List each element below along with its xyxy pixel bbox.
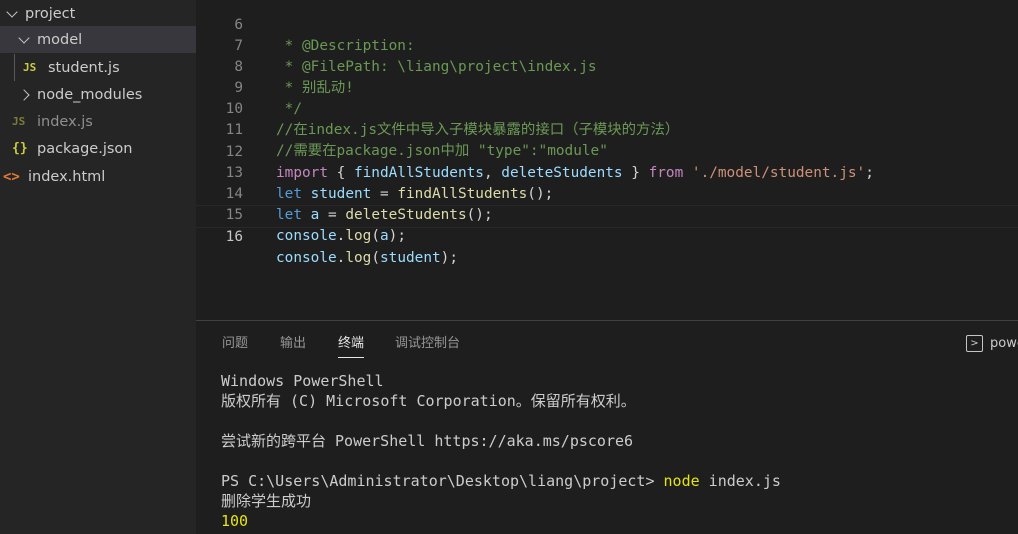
chevron-down-icon: [18, 31, 30, 44]
code-line: 6 * @Description:: [196, 0, 1018, 54]
terminal-output[interactable]: Windows PowerShell 版权所有 (C) Microsoft Co…: [221, 371, 781, 534]
code-line: 15 console.log(a);: [196, 184, 1018, 244]
tree-item-label: index.js: [37, 113, 93, 130]
tree-item-label: student.js: [48, 59, 120, 76]
tab-terminal[interactable]: 终端: [338, 336, 365, 358]
tree-item-index-html[interactable]: <> index.html: [0, 163, 196, 190]
tree-item-package-json[interactable]: {} package.json: [0, 135, 196, 162]
json-file-icon: {}: [12, 141, 28, 156]
tree-item-model[interactable]: model: [0, 26, 196, 53]
terminal-line: 尝试新的跨平台 PowerShell https://aka.ms/pscore…: [221, 432, 634, 450]
code-line-current: 16 console.log(student);: [196, 205, 1018, 266]
code-line: 13 let student = findAllStudents();: [196, 142, 1018, 202]
code-line: 8 * 别乱动!: [196, 36, 1018, 96]
tree-item-student-js[interactable]: JS student.js: [0, 54, 196, 81]
chevron-down-icon: [6, 5, 18, 18]
tab-problems[interactable]: 问题: [222, 336, 248, 358]
tree-item-node-modules[interactable]: node_modules: [0, 81, 196, 108]
terminal-command: node: [663, 472, 700, 490]
code-text: console.log(a);: [276, 228, 406, 244]
terminal-line: Windows PowerShell: [221, 372, 384, 390]
tab-output[interactable]: 输出: [280, 336, 306, 358]
tree-item-index-js[interactable]: JS index.js: [0, 108, 196, 135]
code-editor[interactable]: 6 * @Description: 7 * @FilePath: \liang\…: [196, 0, 1018, 320]
js-file-icon: JS: [12, 115, 26, 128]
tree-item-label: model: [37, 31, 83, 48]
line-number: 16: [225, 229, 243, 245]
terminal-output-line: 删除学生成功: [221, 492, 312, 510]
terminal-selector[interactable]: > powe: [966, 335, 1018, 352]
code-line: 9 */: [196, 57, 1018, 117]
code-text: console.log(student);: [276, 250, 458, 266]
code-line: 10 //在index.js文件中导入子模块暴露的接口（子模块的方法）: [196, 78, 1018, 138]
chevron-right-icon: [18, 88, 30, 101]
terminal-prompt-line: PS C:\Users\Administrator\Desktop\liang\…: [221, 471, 781, 491]
terminal-output-value: 100: [221, 512, 249, 530]
code-line: 11 //需要在package.json中加 "type":"module": [196, 99, 1018, 159]
terminal-command-args: index.js: [699, 472, 781, 490]
tree-item-label: project: [25, 5, 76, 22]
tree-item-project[interactable]: project: [0, 0, 196, 27]
tab-debug-console[interactable]: 调试控制台: [395, 336, 460, 358]
code-line: 12 import { findAllStudents, deleteStude…: [196, 121, 1018, 181]
terminal-prompt: PS C:\Users\Administrator\Desktop\liang\…: [221, 472, 664, 490]
terminal-icon: >: [966, 335, 983, 352]
explorer-sidebar: project model JS student.js node_modules…: [0, 0, 196, 534]
bottom-panel: 问题 输出 终端 调试控制台 > powe Windows PowerShell…: [196, 320, 1018, 534]
js-file-icon: JS: [23, 61, 37, 74]
terminal-selector-label: powe: [990, 336, 1018, 351]
terminal-line: 版权所有 (C) Microsoft Corporation。保留所有权利。: [221, 392, 636, 410]
html-file-icon: <>: [3, 168, 20, 185]
tree-item-label: node_modules: [37, 86, 143, 103]
tree-item-label: package.json: [37, 140, 133, 157]
tree-item-label: index.html: [28, 168, 106, 185]
code-line: 7 * @FilePath: \liang\project\index.js: [196, 15, 1018, 75]
code-line: 14 let a = deleteStudents();: [196, 163, 1018, 223]
